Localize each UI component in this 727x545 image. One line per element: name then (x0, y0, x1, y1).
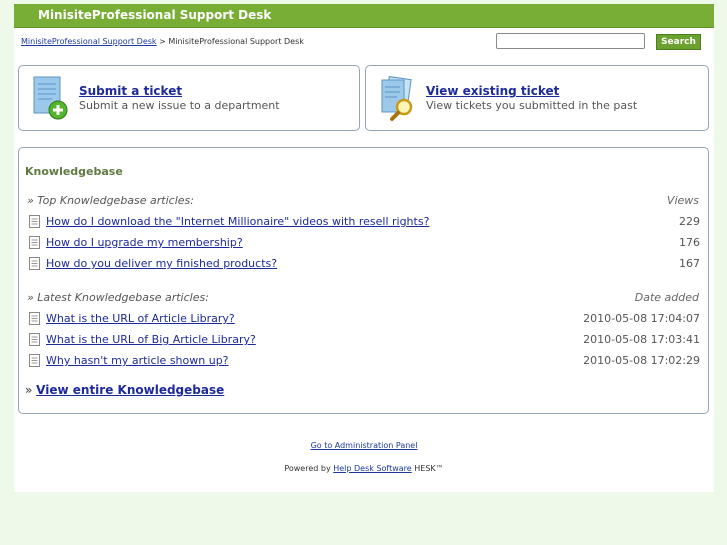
view-all-prefix: » (25, 383, 33, 397)
article-link[interactable]: How do I upgrade my membership? (46, 236, 243, 249)
top-articles-heading: » Top Knowledgebase articles: (27, 194, 194, 207)
submit-ticket-link[interactable]: Submit a ticket (79, 84, 182, 98)
breadcrumb-current: MinisiteProfessional Support Desk (168, 37, 304, 46)
search-input[interactable] (496, 33, 645, 49)
list-item: How do you deliver my finished products?… (29, 256, 700, 272)
submit-ticket-icon (33, 76, 68, 120)
breadcrumb-home-link[interactable]: MinisiteProfessional Support Desk (21, 37, 157, 46)
article-views: 176 (679, 236, 700, 249)
views-column-header: Views (666, 194, 699, 207)
breadcrumb: MinisiteProfessional Support Desk > Mini… (21, 37, 304, 46)
article-link[interactable]: What is the URL of Article Library? (46, 312, 235, 325)
list-item: How do I upgrade my membership? 176 (29, 235, 700, 251)
document-icon (29, 257, 40, 270)
article-link[interactable]: How do you deliver my finished products? (46, 257, 277, 270)
view-all-knowledgebase: » View entire Knowledgebase (25, 383, 224, 397)
search-button[interactable]: Search (656, 34, 701, 50)
breadcrumb-separator: > (159, 37, 166, 46)
knowledgebase-title: Knowledgebase (25, 165, 123, 178)
admin-panel-link[interactable]: Go to Administration Panel (311, 441, 418, 450)
page-container: MinisiteProfessional Support Desk Minisi… (14, 4, 714, 492)
powered-by-footer: Powered by Help Desk Software HESK™ (14, 464, 714, 473)
view-ticket-description: View tickets you submitted in the past (426, 99, 638, 112)
hesk-label: HESK™ (414, 464, 444, 473)
powered-by-prefix: Powered by (284, 464, 331, 473)
date-column-header: Date added (634, 291, 699, 304)
view-ticket-icon (381, 76, 413, 121)
article-views: 229 (679, 215, 700, 228)
document-icon (29, 236, 40, 249)
list-item: How do I download the "Internet Milliona… (29, 214, 700, 230)
document-icon (29, 215, 40, 228)
document-icon (29, 312, 40, 325)
site-title: MinisiteProfessional Support Desk (38, 8, 272, 22)
header-bar: MinisiteProfessional Support Desk (14, 4, 714, 28)
article-date: 2010-05-08 17:02:29 (583, 354, 700, 367)
article-link[interactable]: Why hasn't my article shown up? (46, 354, 229, 367)
submit-ticket-description: Submit a new issue to a department (79, 99, 280, 112)
list-item: Why hasn't my article shown up? 2010-05-… (29, 353, 700, 369)
view-all-knowledgebase-link[interactable]: View entire Knowledgebase (36, 383, 224, 397)
article-link[interactable]: How do I download the "Internet Milliona… (46, 215, 429, 228)
article-date: 2010-05-08 17:03:41 (583, 333, 700, 346)
knowledgebase-panel: Knowledgebase » Top Knowledgebase articl… (18, 147, 709, 414)
document-icon (29, 354, 40, 367)
article-views: 167 (679, 257, 700, 270)
view-ticket-card[interactable]: View existing ticket View tickets you su… (365, 65, 709, 131)
list-item: What is the URL of Big Article Library? … (29, 332, 700, 348)
help-desk-software-link[interactable]: Help Desk Software (333, 464, 411, 473)
view-ticket-link[interactable]: View existing ticket (426, 84, 559, 98)
latest-articles-heading: » Latest Knowledgebase articles: (27, 291, 209, 304)
article-date: 2010-05-08 17:04:07 (583, 312, 700, 325)
admin-panel-footer: Go to Administration Panel (14, 441, 714, 450)
list-item: What is the URL of Article Library? 2010… (29, 311, 700, 327)
submit-ticket-card[interactable]: Submit a ticket Submit a new issue to a … (18, 65, 360, 131)
document-icon (29, 333, 40, 346)
article-link[interactable]: What is the URL of Big Article Library? (46, 333, 256, 346)
